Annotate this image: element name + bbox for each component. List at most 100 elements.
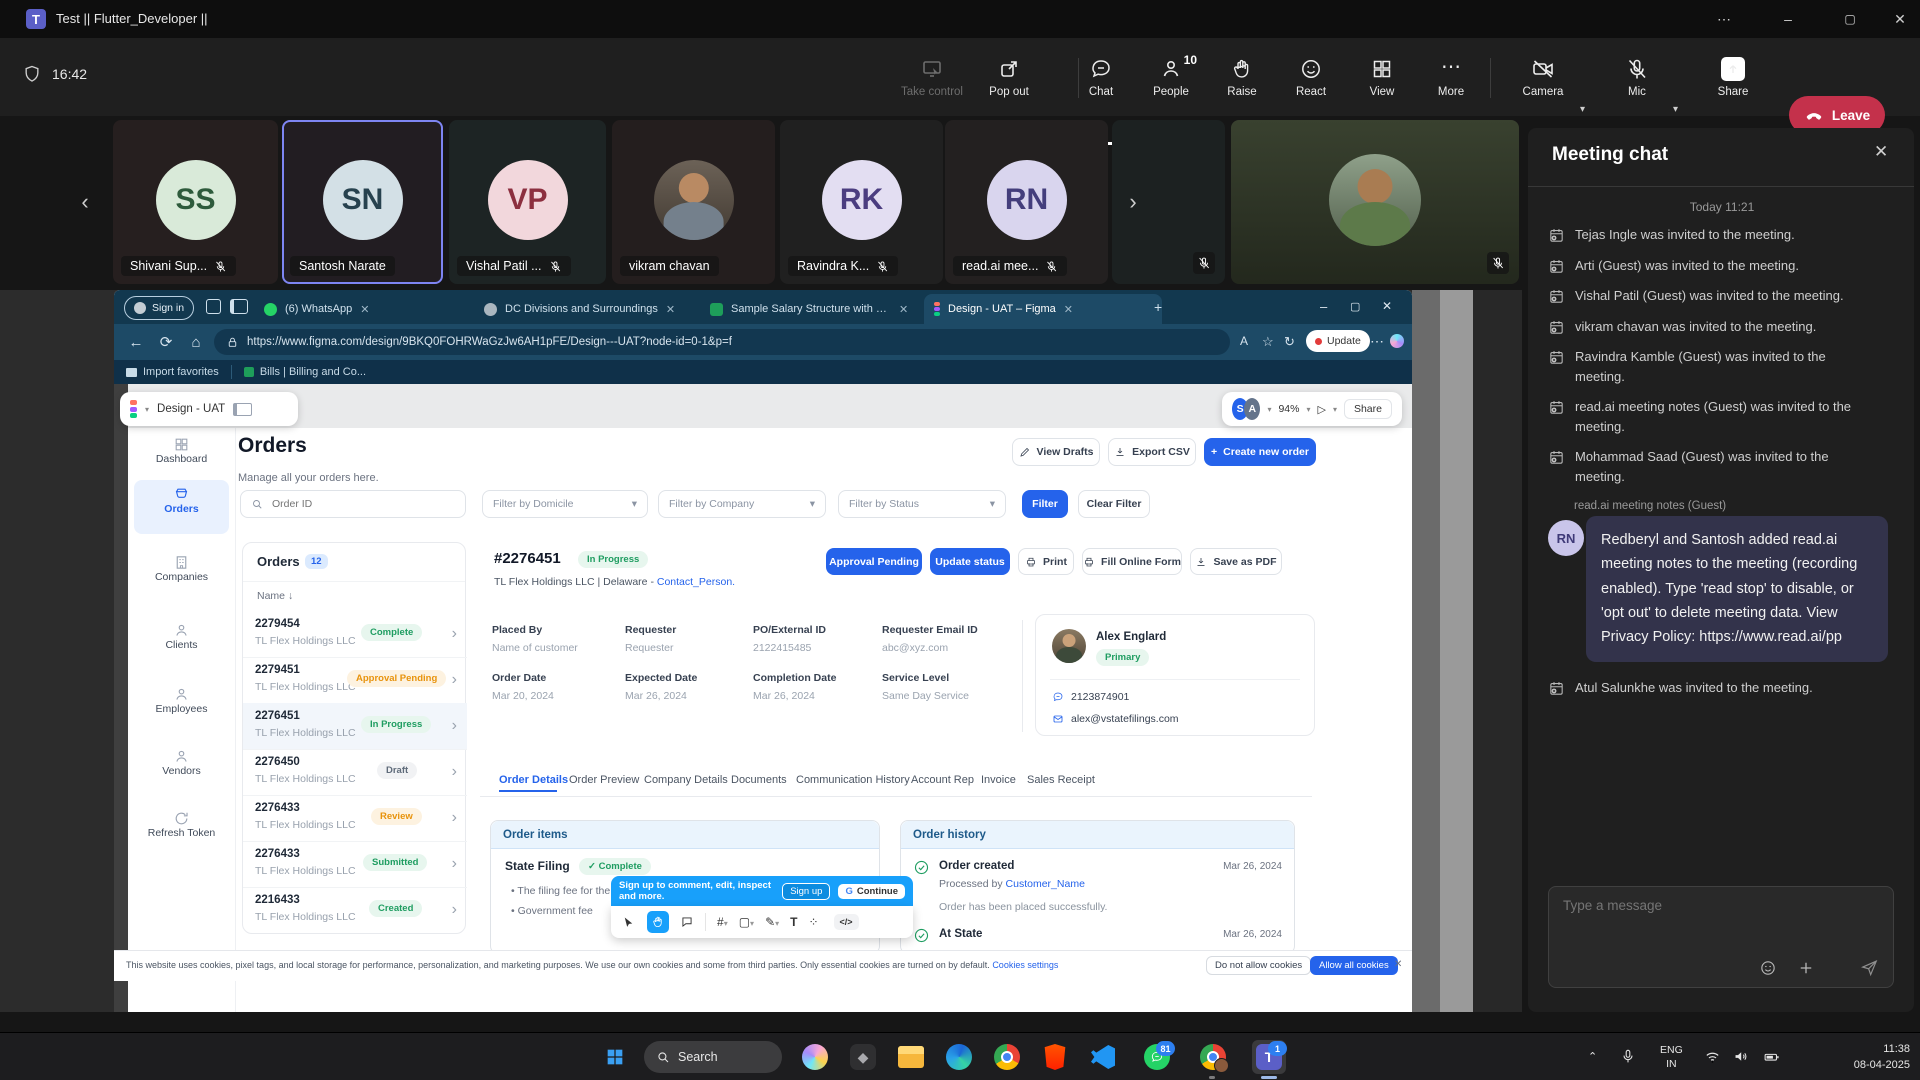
save-as-pdf-button[interactable]: Save as PDF [1190, 548, 1282, 575]
copilot-icon[interactable] [1390, 334, 1404, 348]
taskbar-vscode-icon[interactable] [1086, 1040, 1120, 1074]
titlebar-more-icon[interactable]: ⋯ [1704, 0, 1744, 38]
emoji-icon[interactable] [1759, 959, 1777, 977]
filter-apply-button[interactable]: Filter [1022, 490, 1068, 518]
chat-message-input[interactable] [1561, 897, 1865, 914]
comment-tool-icon[interactable] [680, 915, 694, 929]
tray-wifi-icon[interactable] [1704, 1048, 1721, 1065]
tab-communication-history[interactable]: Communication History [796, 774, 910, 786]
frame-tool-icon[interactable]: #▾ [717, 915, 728, 929]
tab-close-icon[interactable]: ✕ [360, 303, 369, 316]
address-bar[interactable]: https://www.figma.com/design/9BKQ0FOHRWa… [214, 329, 1230, 355]
chat-button[interactable]: Chat [1066, 48, 1136, 106]
share-button[interactable]: Share [1698, 48, 1768, 106]
cookie-settings-link[interactable]: Cookies settings [992, 960, 1058, 970]
deny-cookies-button[interactable]: Do not allow cookies [1206, 956, 1311, 975]
order-row[interactable]: 2279451 TL Flex Holdings LLC Approval Pe… [243, 657, 467, 704]
order-id-input[interactable] [270, 497, 444, 511]
tab-close-icon[interactable]: ✕ [899, 303, 908, 316]
filter-status-select[interactable]: Filter by Status▾ [838, 490, 1006, 518]
column-header-name[interactable]: Name ↓ [257, 590, 293, 602]
sync-icon[interactable]: ↻ [1284, 334, 1295, 350]
start-button[interactable] [598, 1040, 632, 1074]
actions-tool-icon[interactable]: ⁘ [808, 915, 818, 929]
tray-battery-icon[interactable] [1762, 1048, 1781, 1065]
figma-share-button[interactable]: Share [1344, 399, 1392, 419]
send-icon[interactable] [1860, 958, 1879, 977]
order-row[interactable]: 2276433 TL Flex Holdings LLC Submitted › [243, 841, 467, 888]
video-tile-spotlight[interactable] [1231, 120, 1519, 284]
chevron-down-icon[interactable]: ▾ [145, 405, 149, 414]
view-drafts-button[interactable]: View Drafts [1012, 438, 1100, 466]
tray-mic-icon[interactable] [1620, 1048, 1636, 1064]
tab-order-details[interactable]: Order Details [499, 774, 568, 786]
order-row-selected[interactable]: 2276451 TL Flex Holdings LLC In Progress… [243, 703, 467, 750]
move-tool-icon[interactable] [621, 915, 636, 930]
contact-person-link[interactable]: Contact_Person. [657, 576, 735, 588]
react-button[interactable]: React [1276, 48, 1346, 106]
minimize-button[interactable]: – [1768, 0, 1808, 38]
browser-minimize-button[interactable]: – [1320, 299, 1327, 314]
workspaces-icon[interactable] [206, 299, 221, 314]
browser-close-button[interactable]: ✕ [1382, 299, 1392, 313]
tab-documents[interactable]: Documents [731, 774, 787, 786]
collaborator-avatar[interactable]: A [1244, 398, 1260, 420]
chevron-down-icon[interactable]: ▾ [1333, 405, 1337, 414]
sidebar-item-vendors[interactable]: Vendors [128, 748, 235, 777]
tray-clock[interactable]: 11:38 08-04-2025 [1822, 1041, 1910, 1073]
order-row[interactable]: 2276433 TL Flex Holdings LLC Review › [243, 795, 467, 842]
filter-company-select[interactable]: Filter by Company▾ [658, 490, 826, 518]
sidebar-item-refresh-token[interactable]: Refresh Token [128, 810, 235, 839]
tab-company-details[interactable]: Company Details [644, 774, 728, 786]
export-csv-button[interactable]: Export CSV [1108, 438, 1196, 466]
sidebar-item-dashboard[interactable]: Dashboard [128, 436, 235, 465]
shape-tool-icon[interactable]: ▢▾ [739, 915, 754, 929]
order-row[interactable]: 2216433 TL Flex Holdings LLC Created › [243, 887, 467, 933]
filter-domicile-select[interactable]: Filter by Domicile▾ [482, 490, 648, 518]
layout-panel-icon[interactable] [233, 403, 252, 416]
raise-hand-button[interactable]: Raise [1207, 48, 1277, 106]
tab-whatsapp[interactable]: (6) WhatsApp✕ [254, 294, 486, 324]
create-new-order-button[interactable]: + Create new order [1204, 438, 1316, 466]
clear-filter-button[interactable]: Clear Filter [1078, 490, 1150, 518]
allow-cookies-button[interactable]: Allow all cookies [1310, 956, 1398, 975]
fill-online-form-button[interactable]: Fill Online Form [1082, 548, 1182, 575]
attach-plus-icon[interactable] [1797, 959, 1815, 977]
hand-tool-icon-active[interactable] [647, 911, 669, 933]
taskbar-brave-icon[interactable] [1038, 1040, 1072, 1074]
taskbar-file-explorer-icon[interactable] [894, 1040, 928, 1074]
tab-invoice[interactable]: Invoice [981, 774, 1016, 786]
bookmark-bills[interactable]: Bills | Billing and Co... [244, 366, 366, 378]
tab-order-preview[interactable]: Order Preview [569, 774, 639, 786]
video-tile-vikram[interactable]: vikram chavan [612, 120, 775, 284]
back-icon[interactable]: ← [122, 324, 150, 360]
sidebar-item-orders[interactable]: Orders [128, 486, 235, 515]
tab-account-rep[interactable]: Account Rep [911, 774, 974, 786]
maximize-button[interactable]: ▢ [1830, 0, 1870, 38]
taskbar-chrome-icon[interactable] [990, 1040, 1024, 1074]
customer-name-link[interactable]: Customer_Name [1006, 878, 1085, 890]
video-tile-ravindra[interactable]: RK Ravindra K... [780, 120, 943, 284]
chat-input-box[interactable] [1548, 886, 1894, 988]
people-button[interactable]: 10 People [1136, 48, 1206, 106]
sidebar-item-clients[interactable]: Clients [128, 622, 235, 651]
browser-menu-icon[interactable]: ⋯ [1370, 333, 1384, 350]
tiles-previous-button[interactable]: ‹ [72, 182, 98, 222]
read-aloud-icon[interactable]: A [1240, 334, 1248, 348]
tab-dc-divisions[interactable]: DC Divisions and Surroundings✕ [474, 294, 712, 324]
taskbar-chrome-profile-icon[interactable] [1196, 1040, 1230, 1074]
cookie-close-icon[interactable]: ✕ [1394, 959, 1402, 970]
contact-email[interactable]: alex@vstatefilings.com [1052, 713, 1179, 725]
dev-mode-icon[interactable]: </> [834, 914, 859, 930]
new-tab-button[interactable]: + [1154, 299, 1162, 315]
chat-close-icon[interactable]: ✕ [1874, 142, 1888, 162]
tab-close-icon[interactable]: ✕ [1064, 303, 1073, 316]
tab-close-icon[interactable]: ✕ [666, 303, 675, 316]
chevron-down-icon[interactable]: ▾ [1267, 405, 1271, 414]
mic-options-chevron-icon[interactable]: ▾ [1673, 104, 1678, 115]
present-icon[interactable]: ▷ [1317, 403, 1325, 416]
tab-salary-sheet[interactable]: Sample Salary Structure with calc✕ [700, 294, 936, 324]
camera-button[interactable]: Camera [1508, 48, 1578, 106]
camera-options-chevron-icon[interactable]: ▾ [1580, 104, 1585, 115]
home-icon[interactable]: ⌂ [182, 324, 210, 360]
